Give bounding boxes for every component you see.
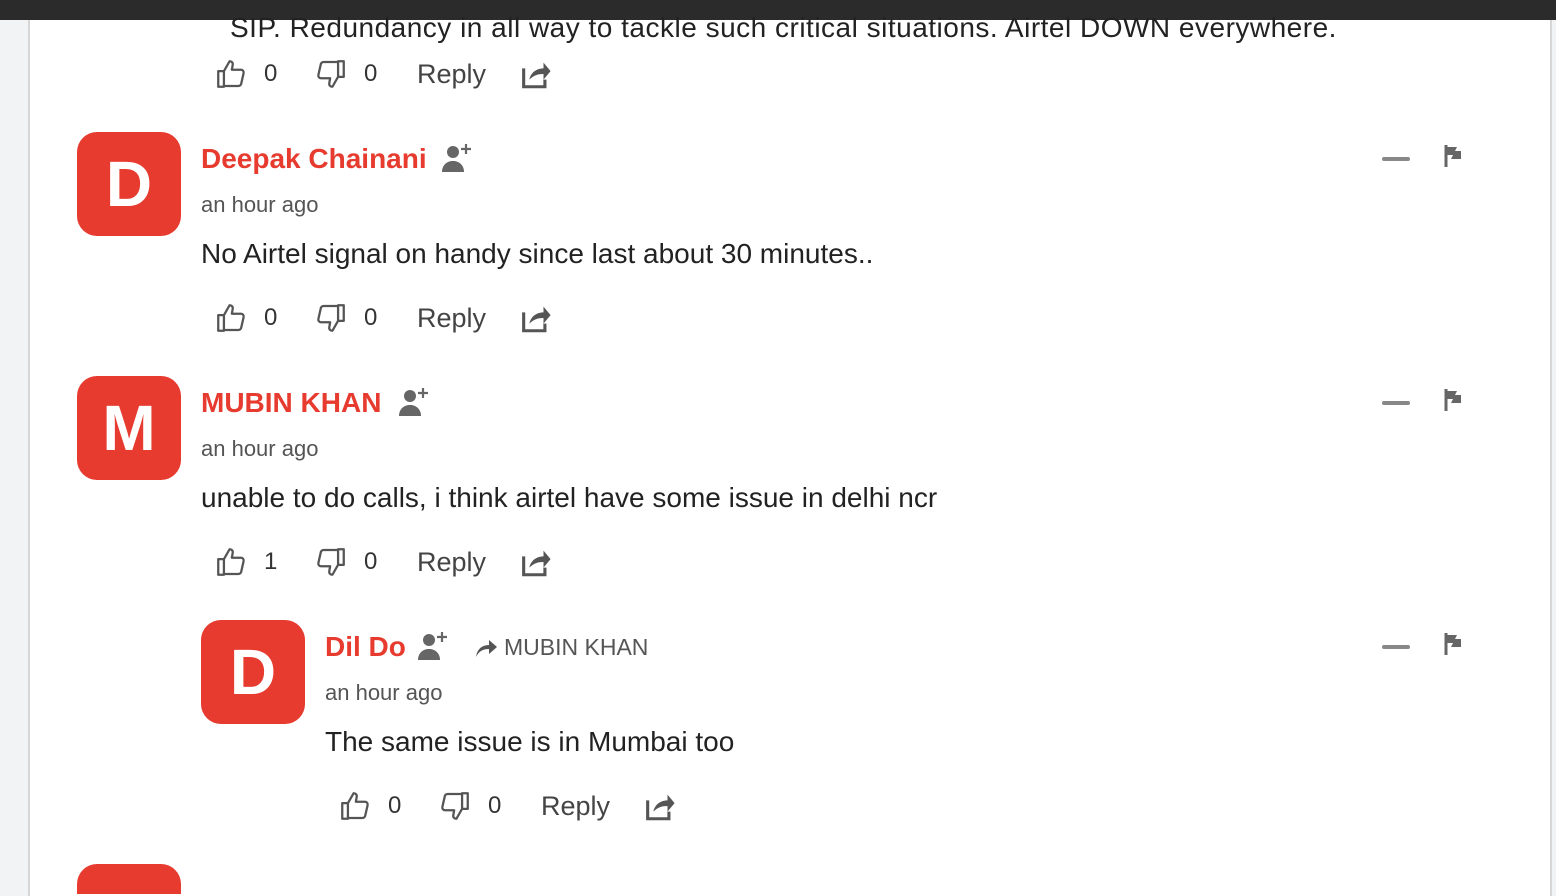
avatar[interactable]: D xyxy=(201,620,305,724)
dislike-button[interactable]: 0 xyxy=(438,786,501,826)
share-icon xyxy=(646,794,675,821)
reply-button[interactable]: Reply xyxy=(417,542,486,582)
avatar[interactable] xyxy=(77,864,181,894)
like-button[interactable]: 0 xyxy=(214,54,277,94)
comment-text: No Airtel signal on handy since last abo… xyxy=(201,238,874,269)
share-icon xyxy=(522,306,551,333)
share-button[interactable] xyxy=(518,542,552,582)
share-icon xyxy=(522,550,551,577)
follow-user-icon[interactable] xyxy=(416,628,452,664)
dislike-count: 0 xyxy=(488,792,502,819)
thumbs-down-icon xyxy=(317,304,345,332)
share-icon xyxy=(522,62,551,89)
like-button[interactable]: 0 xyxy=(214,298,277,338)
thumbs-up-icon xyxy=(217,304,245,332)
like-button[interactable]: 0 xyxy=(338,786,401,826)
comment-timestamp: an hour ago xyxy=(201,192,319,217)
clipped-comment-text: SIP. Redundancy in all way to tackle suc… xyxy=(230,12,1337,43)
follow-user-icon[interactable] xyxy=(440,140,476,176)
reply-to-link[interactable]: MUBIN KHAN xyxy=(474,634,648,661)
thumbs-up-icon xyxy=(217,548,245,576)
like-button[interactable]: 1 xyxy=(214,542,277,582)
flag-icon[interactable] xyxy=(1444,389,1464,411)
collapse-icon[interactable] xyxy=(1382,401,1410,405)
thumbs-up-icon xyxy=(341,792,369,820)
avatar[interactable]: D xyxy=(77,132,181,236)
comment-actions: 0 0 Reply xyxy=(338,786,698,826)
reply-to-author: MUBIN KHAN xyxy=(504,634,649,660)
thumbs-down-icon xyxy=(317,60,345,88)
reply-button[interactable]: Reply xyxy=(417,298,486,338)
reply-arrow-icon xyxy=(476,639,497,657)
reply-button[interactable]: Reply xyxy=(417,54,486,94)
comment-author[interactable]: Dil Do xyxy=(325,631,406,663)
like-count: 0 xyxy=(264,60,278,87)
like-count: 1 xyxy=(264,548,278,575)
comment-actions: 0 0 Reply xyxy=(214,54,574,94)
avatar[interactable]: M xyxy=(77,376,181,480)
comment-text: unable to do calls, i think airtel have … xyxy=(201,482,938,513)
collapse-icon[interactable] xyxy=(1382,645,1410,649)
follow-user-icon[interactable] xyxy=(397,384,433,420)
comment-text: The same issue is in Mumbai too xyxy=(325,726,735,757)
share-button[interactable] xyxy=(518,54,552,94)
flag-icon[interactable] xyxy=(1444,633,1464,655)
dislike-button[interactable]: 0 xyxy=(314,298,377,338)
share-button[interactable] xyxy=(518,298,552,338)
like-count: 0 xyxy=(388,792,402,819)
dislike-count: 0 xyxy=(364,60,378,87)
comment-actions: 0 0 Reply xyxy=(214,298,574,338)
comment-author[interactable]: MUBIN KHAN xyxy=(201,387,381,419)
dislike-button[interactable]: 0 xyxy=(314,542,377,582)
comment-actions: 1 0 Reply xyxy=(214,542,574,582)
like-count: 0 xyxy=(264,304,278,331)
thumbs-down-icon xyxy=(317,548,345,576)
share-button[interactable] xyxy=(642,786,676,826)
thumbs-down-icon xyxy=(441,792,469,820)
flag-icon[interactable] xyxy=(1444,145,1464,167)
dislike-button[interactable]: 0 xyxy=(314,54,377,94)
dislike-count: 0 xyxy=(364,548,378,575)
collapse-icon[interactable] xyxy=(1382,157,1410,161)
comment-timestamp: an hour ago xyxy=(201,436,319,461)
comment-author[interactable]: Deepak Chainani xyxy=(201,143,427,175)
thumbs-up-icon xyxy=(217,60,245,88)
reply-button[interactable]: Reply xyxy=(541,786,610,826)
comment-timestamp: an hour ago xyxy=(325,680,443,705)
dislike-count: 0 xyxy=(364,304,378,331)
